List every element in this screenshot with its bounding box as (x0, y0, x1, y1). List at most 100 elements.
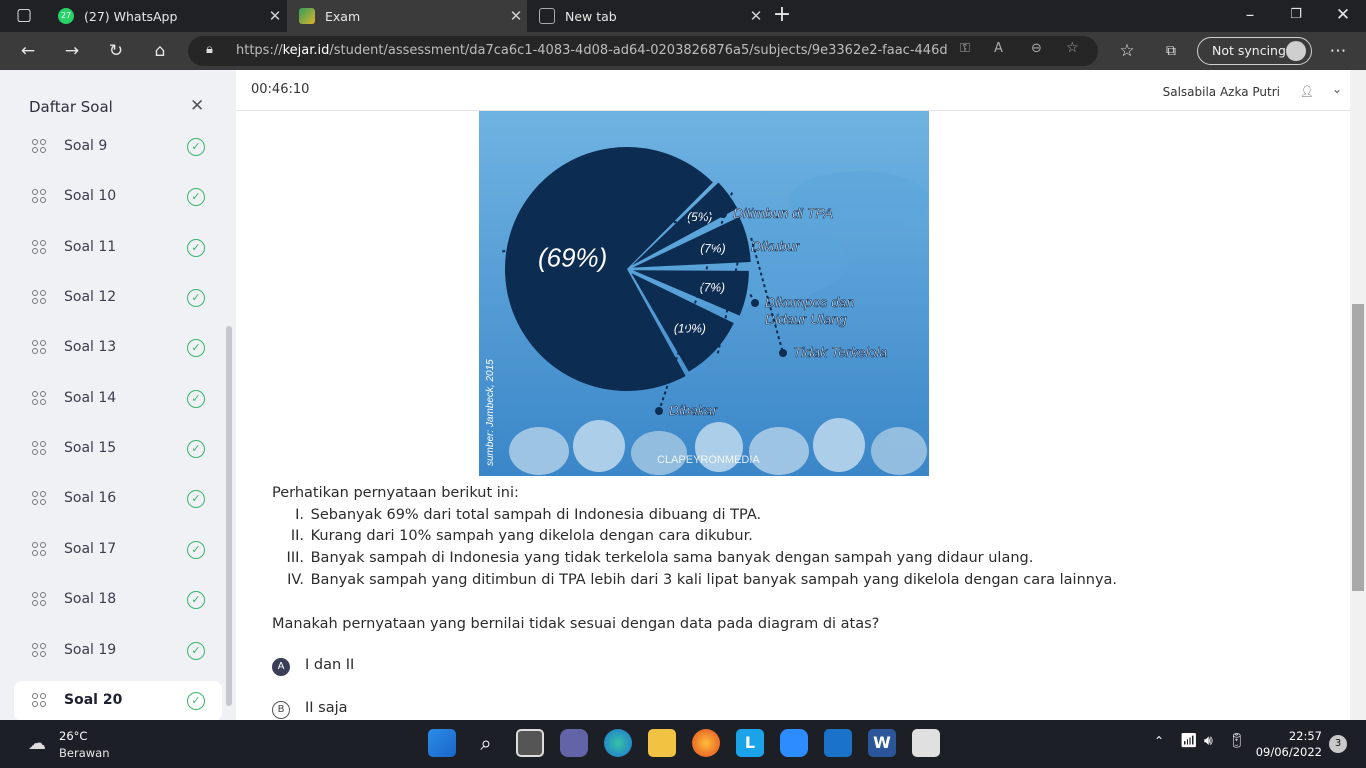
collections-icon[interactable]: ⧉ (1157, 38, 1185, 64)
restore-icon[interactable]: ❐ (1282, 2, 1310, 28)
chevron-up-icon[interactable]: ⌃ (1154, 734, 1164, 748)
weather-temperature: 26°C (59, 729, 88, 743)
grid-icon (32, 441, 48, 457)
sidebar-item-label: Soal 14 (64, 390, 117, 406)
sidebar-item-label: Soal 11 (64, 239, 117, 255)
sidebar-item-soal-12[interactable]: Soal 12 ✓ (14, 278, 222, 318)
more-menu-icon[interactable]: ⋯ (1324, 38, 1352, 64)
sidebar-item-soal-15[interactable]: Soal 15 ✓ (14, 429, 222, 469)
sidebar-item-soal-13[interactable]: Soal 13 ✓ (14, 328, 222, 368)
search-icon[interactable]: ⌕ (472, 729, 500, 757)
weather-description: Berawan (59, 746, 110, 760)
check-circle-icon: ✓ (187, 339, 205, 357)
forward-icon[interactable]: → (58, 38, 86, 64)
wifi-icon[interactable]: 📶︎ (1180, 733, 1198, 749)
slice-category-label: Tidak Terkelola (793, 344, 888, 360)
slice-leader-dot (737, 243, 745, 251)
sidebar-item-label: Soal 13 (64, 339, 117, 355)
start-icon[interactable] (428, 729, 456, 757)
user-icon[interactable]: 👤︎ (1300, 85, 1314, 98)
waste-pie-chart: (69%)(10%)(7%)(7%)(5%) Ditimbun di TPADi… (479, 111, 929, 476)
file-explorer-icon[interactable] (648, 729, 676, 757)
tab-new-tab[interactable]: New tab ✕ (527, 0, 767, 32)
edge-icon[interactable] (604, 729, 632, 757)
favorites-icon[interactable]: ☆ (1113, 38, 1141, 64)
tab-label: New tab (565, 8, 617, 24)
new-tab-plus-icon[interactable]: + (768, 2, 796, 28)
key-icon[interactable]: ⚿ (960, 41, 970, 56)
slice-category-label: Ditimbun di TPA (733, 205, 833, 221)
cloud-weather-icon[interactable]: ☁ (28, 733, 46, 754)
question-sidebar: Daftar Soal ✕ Soal 9 ✓ Soal 10 ✓ Soal 11 ✓ Soa… (0, 70, 236, 721)
check-circle-icon: ✓ (187, 591, 205, 609)
sidebar-item-label: Soal 16 (64, 490, 117, 506)
close-icon[interactable]: ✕ (505, 7, 527, 25)
question-intro: Perhatikan pernyataan berikut ini: (272, 485, 519, 501)
back-icon[interactable]: ← (14, 38, 42, 64)
refresh-icon[interactable]: ↻ (102, 38, 130, 64)
snipping-tool-icon[interactable] (912, 729, 940, 757)
minimize-icon[interactable]: – (1236, 2, 1264, 28)
browser-tab-bar: ▢ 27 (27) WhatsApp ✕ Exam ✕ New tab ✕ + … (0, 0, 1366, 32)
chat-icon[interactable] (560, 729, 588, 757)
kejar-icon (299, 8, 315, 24)
clock-time[interactable]: 22:57 (1289, 729, 1322, 743)
page-scrollbar-thumb[interactable] (1352, 304, 1364, 591)
option-letter: B (272, 701, 290, 719)
tab-label: (27) WhatsApp (84, 8, 178, 24)
mail-icon[interactable] (824, 729, 852, 757)
slice-value-label: (69%) (538, 242, 607, 272)
statement-item: I. Sebanyak 69% dari total sampah di Ind… (295, 507, 762, 523)
clock-date[interactable]: 09/06/2022 (1256, 745, 1322, 759)
option-text: II saja (305, 700, 348, 716)
sidebar-item-soal-9[interactable]: Soal 9 ✓ (14, 127, 222, 167)
tab-actions-icon[interactable]: ▢ (10, 2, 38, 28)
lms-app-icon[interactable]: L (736, 729, 764, 757)
home-icon[interactable]: ⌂ (146, 38, 174, 64)
sidebar-item-label: Soal 18 (64, 591, 117, 607)
sidebar-item-soal-10[interactable]: Soal 10 ✓ (14, 177, 222, 217)
sidebar-item-label: Soal 12 (64, 289, 117, 305)
grid-icon (32, 391, 48, 407)
sidebar-item-soal-14[interactable]: Soal 14 ✓ (14, 379, 222, 419)
statement-item: IV. Banyak sampah yang ditimbun di TPA l… (287, 572, 1118, 588)
volume-icon[interactable]: 🔊︎ (1204, 733, 1213, 749)
check-circle-icon: ✓ (187, 390, 205, 408)
check-circle-icon: ✓ (187, 188, 205, 206)
grid-icon (32, 189, 48, 205)
close-sidebar-icon[interactable]: ✕ (190, 96, 204, 116)
task-view-icon[interactable] (516, 729, 544, 757)
tab-label: Exam (325, 8, 361, 24)
slice-value-label: (10%) (674, 321, 706, 335)
sidebar-item-soal-17[interactable]: Soal 17 ✓ (14, 530, 222, 570)
close-icon[interactable]: ✕ (745, 7, 767, 25)
sidebar-scrollbar[interactable] (226, 326, 232, 706)
notification-badge[interactable]: 3 (1329, 735, 1347, 753)
chevron-down-icon[interactable]: ⌄ (1332, 82, 1342, 96)
sidebar-item-soal-18[interactable]: Soal 18 ✓ (14, 580, 222, 620)
read-aloud-icon[interactable]: A (994, 41, 1003, 56)
firefox-icon[interactable] (692, 729, 720, 757)
sidebar-title: Daftar Soal (29, 98, 113, 116)
add-favorite-icon[interactable]: ☆ (1066, 40, 1079, 56)
window-close-icon[interactable]: ✕ (1329, 2, 1357, 28)
tab-whatsapp[interactable]: 27 (27) WhatsApp ✕ (46, 0, 286, 32)
zoom-app-icon[interactable] (780, 729, 808, 757)
tab-exam[interactable]: Exam ✕ (287, 0, 527, 32)
sidebar-item-label: Soal 15 (64, 440, 117, 456)
windows-taskbar: ☁ 26°C Berawan ⌕ L W ⌃ 📶︎ 🔊︎ 🔋︎ 22:57 09… (0, 720, 1366, 768)
word-icon[interactable]: W (868, 729, 896, 757)
address-bar[interactable]: 🔒︎ https://kejar.id/student/assessment/d… (188, 36, 1098, 66)
zoom-icon[interactable]: ⊖ (1031, 41, 1042, 56)
check-circle-icon: ✓ (187, 289, 205, 307)
close-icon[interactable]: ✕ (264, 7, 286, 25)
sidebar-item-soal-16[interactable]: Soal 16 ✓ (14, 479, 222, 519)
profile-avatar[interactable] (1286, 41, 1306, 61)
check-circle-icon: ✓ (187, 490, 205, 508)
sidebar-item-soal-11[interactable]: Soal 11 ✓ (14, 228, 222, 268)
sidebar-item-soal-20[interactable]: Soal 20 ✓ (14, 681, 222, 721)
sidebar-item-soal-19[interactable]: Soal 19 ✓ (14, 631, 222, 671)
option-letter: A (272, 658, 290, 676)
battery-icon[interactable]: 🔋︎ (1228, 733, 1246, 749)
url-text: https://kejar.id/student/assessment/da7c… (236, 43, 948, 58)
